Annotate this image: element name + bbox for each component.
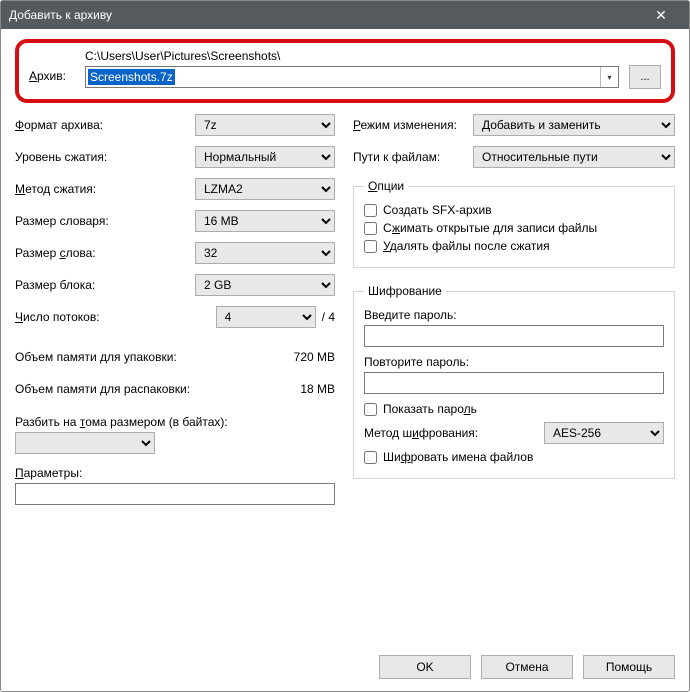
delete-checkbox[interactable]	[364, 240, 377, 253]
sfx-label: Создать SFX-архив	[383, 203, 492, 217]
ok-button[interactable]: OK	[379, 655, 471, 679]
options-legend: Опции	[364, 179, 408, 193]
mem-unpack-value: 18 MB	[255, 382, 335, 396]
split-combo[interactable]	[15, 432, 155, 454]
mem-pack-value: 720 MB	[255, 350, 335, 364]
block-label: Размер блока:	[15, 278, 195, 292]
params-label: Параметры:	[15, 466, 335, 480]
encmethod-label: Метод шифрования:	[364, 426, 544, 440]
params-input[interactable]	[15, 483, 335, 505]
showpwd-checkbox[interactable]	[364, 403, 377, 416]
encryption-legend: Шифрование	[364, 284, 446, 298]
archive-label: Архив:	[29, 69, 85, 89]
update-combo[interactable]: Добавить и заменить	[473, 114, 675, 136]
share-label: Сжимать открытые для записи файлы	[383, 221, 597, 235]
encnames-label: Шифровать имена файлов	[383, 450, 533, 464]
paths-label: Пути к файлам:	[353, 150, 473, 164]
titlebar: Добавить к архиву ✕	[1, 1, 689, 29]
level-label: Уровень сжатия:	[15, 150, 195, 164]
pwd-label: Введите пароль:	[364, 308, 664, 322]
showpwd-label: Показать пароль	[383, 402, 477, 416]
help-button[interactable]: Помощь	[583, 655, 675, 679]
block-combo[interactable]: 2 GB	[195, 274, 335, 296]
update-label: Режим изменения:	[353, 118, 473, 132]
pwd-input[interactable]	[364, 325, 664, 347]
dict-label: Размер словаря:	[15, 214, 195, 228]
threads-max: / 4	[322, 310, 335, 324]
format-label: Формат архива:	[15, 118, 195, 132]
content-area: Архив: C:\Users\User\Pictures\Screenshot…	[1, 29, 689, 645]
archive-filename-text: Screenshots.7z	[88, 69, 175, 85]
method-combo[interactable]: LZMA2	[195, 178, 335, 200]
archive-filename-combo[interactable]: Screenshots.7z ▾	[85, 66, 619, 88]
dialog-window: Добавить к архиву ✕ Архив: C:\Users\User…	[0, 0, 690, 692]
window-title: Добавить к архиву	[9, 8, 641, 22]
dict-combo[interactable]: 16 MB	[195, 210, 335, 232]
encmethod-combo[interactable]: AES-256	[544, 422, 664, 444]
split-label: Разбить на тома размером (в байтах):	[15, 415, 335, 429]
paths-combo[interactable]: Относительные пути	[473, 146, 675, 168]
pwd2-input[interactable]	[364, 372, 664, 394]
close-icon[interactable]: ✕	[641, 1, 681, 29]
browse-button[interactable]: ...	[629, 65, 661, 89]
pwd2-label: Повторите пароль:	[364, 355, 664, 369]
share-checkbox[interactable]	[364, 222, 377, 235]
cancel-button[interactable]: Отмена	[481, 655, 573, 679]
options-group: Опции Создать SFX-архив Сжимать открытые…	[353, 179, 675, 268]
sfx-checkbox[interactable]	[364, 204, 377, 217]
threads-combo[interactable]: 4	[216, 306, 316, 328]
word-combo[interactable]: 32	[195, 242, 335, 264]
right-column: Режим изменения: Добавить и заменить Пут…	[353, 109, 675, 513]
delete-label: Удалять файлы после сжатия	[383, 239, 550, 253]
threads-label: Число потоков:	[15, 310, 216, 324]
archive-path: C:\Users\User\Pictures\Screenshots\	[85, 49, 661, 63]
encnames-checkbox[interactable]	[364, 451, 377, 464]
word-label: Размер слова:	[15, 246, 195, 260]
button-bar: OK Отмена Помощь	[1, 645, 689, 691]
left-column: Формат архива: 7z Уровень сжатия: Нормал…	[15, 109, 335, 513]
mem-unpack-label: Объем памяти для распаковки:	[15, 382, 255, 396]
mem-pack-label: Объем памяти для упаковки:	[15, 350, 255, 364]
archive-highlight: Архив: C:\Users\User\Pictures\Screenshot…	[15, 39, 675, 103]
encryption-group: Шифрование Введите пароль: Повторите пар…	[353, 284, 675, 479]
format-combo[interactable]: 7z	[195, 114, 335, 136]
level-combo[interactable]: Нормальный	[195, 146, 335, 168]
chevron-down-icon[interactable]: ▾	[600, 67, 618, 87]
method-label: Метод сжатия:	[15, 182, 195, 196]
